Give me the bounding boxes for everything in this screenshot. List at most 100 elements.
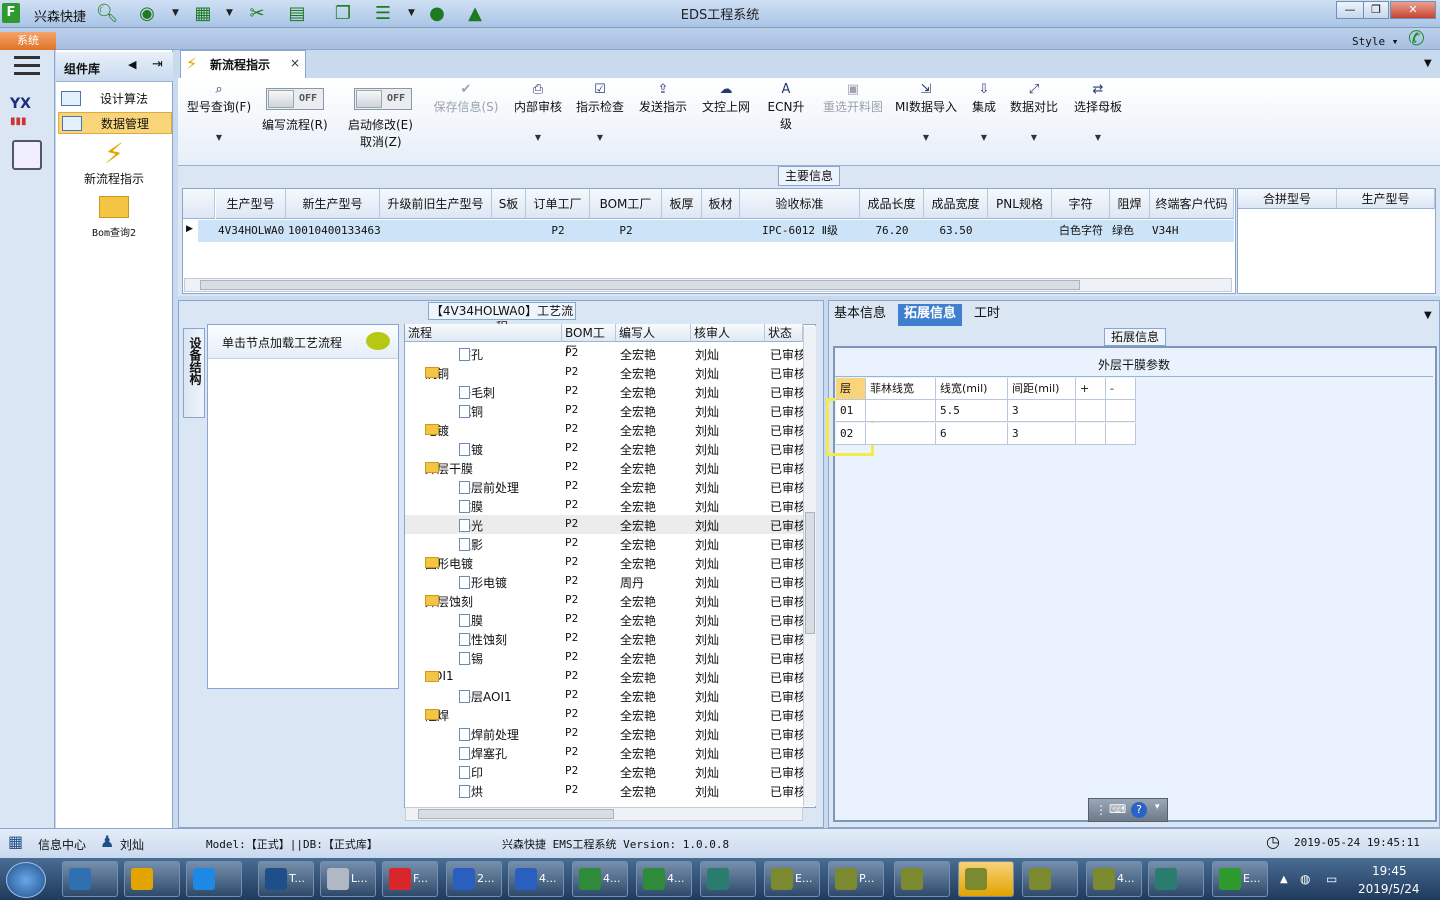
- table-cell[interactable]: 绿色: [1110, 220, 1150, 242]
- tree-row[interactable]: −外层干膜 P2 全宏艳 刘灿 已审核: [405, 458, 803, 477]
- column-header[interactable]: 流程: [405, 324, 562, 342]
- info-center-link[interactable]: 信息中心: [38, 836, 86, 853]
- tree-node-name[interactable]: −AOI1: [425, 669, 454, 683]
- table-cell[interactable]: 10010400133463: [286, 220, 381, 242]
- param-cell[interactable]: [1106, 400, 1136, 422]
- taskbar-item[interactable]: T...: [258, 861, 314, 897]
- param-header[interactable]: +: [1076, 378, 1106, 400]
- column-header[interactable]: 编写人: [616, 324, 691, 342]
- column-header[interactable]: 新生产型号: [286, 189, 380, 219]
- param-header[interactable]: -: [1106, 378, 1136, 400]
- tree-row[interactable]: 外层前处理 P2 全宏艳 刘灿 已审核: [405, 477, 803, 496]
- keyboard-icon[interactable]: ⌨: [1109, 802, 1126, 816]
- tab-basic-info[interactable]: 基本信息: [828, 304, 892, 326]
- tree-node-name[interactable]: 碱性蚀刻: [459, 631, 507, 648]
- column-header[interactable]: S板: [492, 189, 526, 219]
- tree-node-name[interactable]: 板镀: [459, 441, 483, 458]
- taskbar-item[interactable]: [62, 861, 118, 897]
- param-header[interactable]: 菲林线宽: [866, 378, 936, 400]
- column-header[interactable]: 合拼型号: [1238, 189, 1337, 209]
- table-cell[interactable]: [492, 220, 526, 242]
- tree-node-name[interactable]: −外层蚀刻: [425, 593, 473, 610]
- grip-icon[interactable]: ⋮: [1095, 803, 1107, 817]
- doc-tab-close-icon[interactable]: ×: [290, 56, 300, 70]
- scrollbar-thumb[interactable]: [805, 512, 815, 634]
- param-cell[interactable]: 02: [836, 423, 866, 445]
- taskbar-item[interactable]: [958, 861, 1014, 897]
- tree-node-name[interactable]: 退锡: [459, 650, 483, 667]
- column-header[interactable]: 字符: [1052, 189, 1110, 219]
- minimize-button[interactable]: —: [1336, 1, 1364, 19]
- param-cell[interactable]: 3: [1008, 423, 1076, 445]
- column-header[interactable]: 状态: [765, 324, 803, 342]
- write-flow-toggle[interactable]: OFF: [266, 88, 324, 110]
- column-header[interactable]: 终端客户代码: [1150, 189, 1234, 219]
- tree-row[interactable]: 碱性蚀刻 P2 全宏艳 刘灿 已审核: [405, 629, 803, 648]
- table-cell[interactable]: [380, 220, 492, 242]
- instruction-check-button[interactable]: ☑ 指示检查 ▼: [574, 82, 626, 142]
- param-cell[interactable]: [866, 423, 936, 445]
- taskbar-item[interactable]: P...: [828, 861, 884, 897]
- tree-node-name[interactable]: 显影: [459, 536, 483, 553]
- tree-row[interactable]: 板镀 P2 全宏艳 刘灿 已审核: [405, 439, 803, 458]
- tree-row[interactable]: −图形电镀 P2 全宏艳 刘灿 已审核: [405, 553, 803, 572]
- column-header[interactable]: 订单工厂: [526, 189, 590, 219]
- table-cell[interactable]: 76.20: [860, 220, 924, 242]
- windows-grid-icon[interactable]: ▦: [8, 832, 23, 851]
- param-header[interactable]: 层: [836, 378, 866, 400]
- tree-node-name[interactable]: −外层干膜: [425, 460, 473, 477]
- tree-row[interactable]: 退膜 P2 全宏艳 刘灿 已审核: [405, 610, 803, 629]
- calculator-icon[interactable]: [12, 140, 42, 170]
- tree-node-name[interactable]: 阻焊塞孔: [459, 745, 507, 762]
- tree-node-name[interactable]: −阻焊: [425, 707, 449, 724]
- taskbar-item[interactable]: E...: [1212, 861, 1268, 897]
- table-cell[interactable]: [988, 220, 1052, 242]
- tree-row[interactable]: −沉铜 P2 全宏艳 刘灿 已审核: [405, 363, 803, 382]
- table-cell[interactable]: [702, 220, 740, 242]
- param-cell[interactable]: [866, 400, 936, 422]
- param-cell[interactable]: [1076, 400, 1106, 422]
- taskbar-item[interactable]: 2...: [446, 861, 502, 897]
- column-header[interactable]: 验收标准: [740, 189, 860, 219]
- column-header[interactable]: 成品宽度: [924, 189, 988, 219]
- taskbar-item[interactable]: 4...: [1086, 861, 1142, 897]
- scrollbar-thumb[interactable]: [418, 809, 614, 819]
- style-menu[interactable]: Style ▾: [1352, 35, 1398, 48]
- taskbar-time[interactable]: 19:45: [1372, 864, 1407, 878]
- tab-overflow-chevron-icon[interactable]: ▼: [1424, 58, 1432, 69]
- scrollbar-thumb[interactable]: [200, 280, 1080, 290]
- comp-item-design-algorithm[interactable]: 设计算法: [58, 88, 172, 110]
- tree-node-name[interactable]: 退膜: [459, 612, 483, 629]
- phone-icon[interactable]: ✆: [1408, 26, 1425, 50]
- tree-node-name[interactable]: 外层AOI1: [459, 688, 512, 705]
- tab-work-hours[interactable]: 工时: [968, 304, 1006, 326]
- yx-app-icon[interactable]: YX ▮▮▮: [10, 96, 44, 128]
- tree-row[interactable]: −外层蚀刻 P2 全宏艳 刘灿 已审核: [405, 591, 803, 610]
- taskbar-item[interactable]: 4...: [636, 861, 692, 897]
- table-cell[interactable]: P2: [526, 220, 590, 242]
- param-cell[interactable]: [1076, 423, 1106, 445]
- column-header[interactable]: 板厚: [662, 189, 702, 219]
- tab-extended-info[interactable]: 拓展信息: [898, 304, 963, 326]
- chevron-down-icon[interactable]: ▼: [1424, 310, 1432, 321]
- tree-node-name[interactable]: −沉铜: [425, 365, 449, 382]
- system-tab[interactable]: 系统: [0, 32, 56, 50]
- tray-chevron-icon[interactable]: ▲: [1280, 874, 1288, 885]
- taskbar-item[interactable]: [1022, 861, 1078, 897]
- column-header[interactable]: 核审人: [691, 324, 765, 342]
- hamburger-menu-icon[interactable]: [14, 56, 40, 78]
- start-button[interactable]: [6, 862, 46, 898]
- tree-row[interactable]: 阻焊塞孔 P2 全宏艳 刘灿 已审核: [405, 743, 803, 762]
- maximize-button[interactable]: ❐: [1363, 1, 1389, 19]
- tree-row[interactable]: 阻焊前处理 P2 全宏艳 刘灿 已审核: [405, 724, 803, 743]
- taskbar-item[interactable]: E...: [764, 861, 820, 897]
- table-cell[interactable]: IPC-6012 Ⅱ级: [740, 220, 860, 242]
- comp-item-data-management[interactable]: 数据管理: [58, 112, 172, 134]
- tree-node-name[interactable]: 丝印: [459, 764, 483, 781]
- tree-node-name[interactable]: 外层前处理: [459, 479, 519, 496]
- table-cell[interactable]: 63.50: [924, 220, 988, 242]
- tree-row[interactable]: −AOI1 P2 全宏艳 刘灿 已审核: [405, 667, 803, 686]
- column-header[interactable]: 板材: [702, 189, 740, 219]
- tree-row[interactable]: −阻焊 P2 全宏艳 刘灿 已审核: [405, 705, 803, 724]
- tree-node-name[interactable]: 阻焊前处理: [459, 726, 519, 743]
